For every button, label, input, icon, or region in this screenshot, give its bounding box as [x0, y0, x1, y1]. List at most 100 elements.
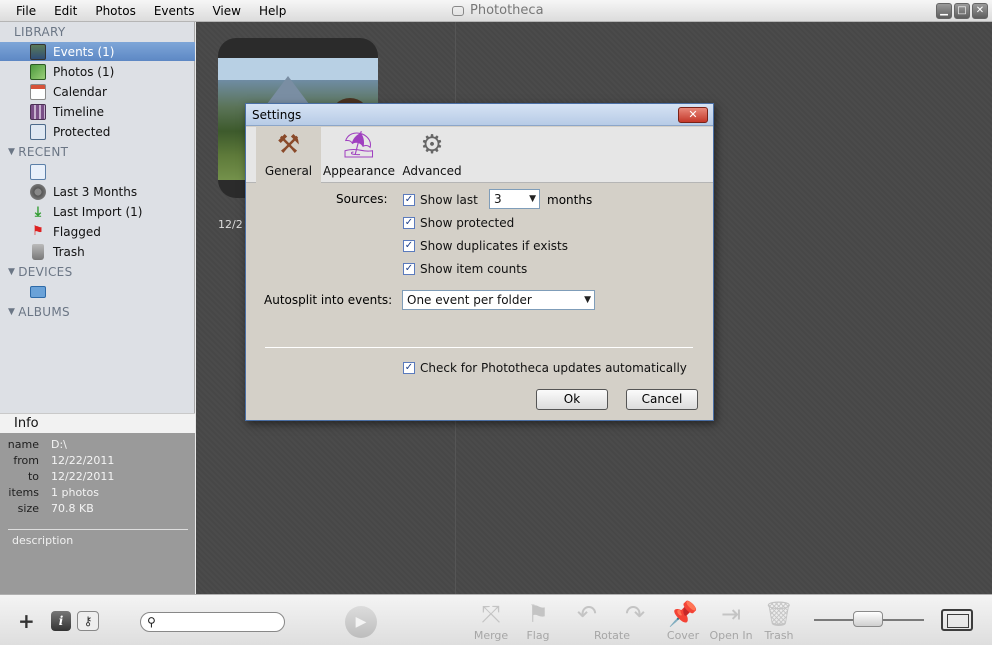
- info-row-items: items 1 photos: [8, 486, 99, 499]
- checkbox-checked-icon: ✓: [403, 217, 415, 229]
- description-field[interactable]: description: [12, 534, 73, 547]
- show-item-counts-checkbox[interactable]: ✓ Show item counts: [403, 262, 527, 276]
- menu-photos[interactable]: Photos: [95, 4, 135, 18]
- device-icon: [30, 285, 46, 298]
- expand-triangle-icon: ▼: [8, 307, 16, 317]
- sidebar-item-events[interactable]: Events (1): [0, 42, 195, 61]
- sidebar-item-last-3-months[interactable]: Last 3 Months: [0, 182, 195, 201]
- flag-icon: ⚑: [32, 223, 44, 239]
- rotate-left-icon: ↶: [576, 600, 598, 628]
- menu-bar: File Edit Photos Events View Help: [8, 4, 304, 18]
- checkbox-checked-icon: ✓: [403, 362, 415, 374]
- info-row-to: to 12/22/2011: [27, 470, 115, 483]
- close-button[interactable]: ✕: [972, 3, 988, 19]
- tab-advanced[interactable]: ⚙ Advanced: [400, 127, 464, 183]
- cover-pin-icon: 📌: [668, 600, 698, 628]
- slideshow-play-button[interactable]: ▶: [345, 606, 377, 638]
- sidebar-item-label: Timeline: [53, 104, 105, 119]
- sidebar-item-label: Protected: [53, 124, 111, 139]
- sidebar-item-label: Flagged: [53, 224, 101, 239]
- dialog-close-button[interactable]: ✕: [678, 107, 708, 123]
- menu-help[interactable]: Help: [259, 4, 286, 18]
- bottom-toolbar: + i ⚷ ⚲ ▶ ⤧ Merge ⚑ Flag ↶ Rotate ↷ 📌 Co…: [0, 594, 992, 645]
- show-protected-checkbox[interactable]: ✓ Show protected: [403, 216, 514, 230]
- event-date: 12/2: [218, 218, 243, 231]
- sidebar-item-device[interactable]: [0, 282, 195, 301]
- sidebar-item-label: Last Import (1): [53, 204, 143, 219]
- add-button[interactable]: +: [18, 609, 35, 633]
- sidebar: LIBRARY Events (1) Photos (1) Calendar T…: [0, 22, 195, 594]
- flag-button[interactable]: ⚑ Flag: [513, 599, 563, 642]
- show-duplicates-checkbox[interactable]: ✓ Show duplicates if exists: [403, 239, 568, 253]
- tools-icon: ⚒: [276, 130, 301, 160]
- rotate-right-icon: ↷: [624, 600, 646, 628]
- menu-view[interactable]: View: [212, 4, 240, 18]
- autosplit-label: Autosplit into events:: [264, 293, 393, 307]
- cancel-button[interactable]: Cancel: [626, 389, 698, 410]
- maximize-button[interactable]: □: [954, 3, 970, 19]
- search-icon: ⚲: [147, 615, 156, 629]
- sidebar-item-protected[interactable]: Protected: [0, 122, 195, 141]
- sidebar-item-last-import[interactable]: ⤓ Last Import (1): [0, 202, 195, 221]
- show-last-checkbox[interactable]: ✓ Show last: [403, 193, 478, 207]
- window-controls: ▁ □ ✕: [934, 3, 988, 19]
- open-in-button[interactable]: ⇥ Open In: [706, 599, 756, 642]
- cover-button[interactable]: 📌 Cover: [658, 599, 708, 642]
- sidebar-item-label: Events (1): [53, 44, 115, 59]
- flag-icon: ⚑: [527, 600, 549, 628]
- info-header: Info: [0, 413, 195, 433]
- check-updates-checkbox[interactable]: ✓ Check for Phototheca updates automatic…: [403, 361, 687, 375]
- trash-button[interactable]: 🗑 Trash: [754, 599, 804, 642]
- chevron-down-icon: ▼: [529, 194, 536, 204]
- info-toggle-button[interactable]: i: [51, 611, 71, 631]
- albums-header[interactable]: ▼ ALBUMS: [8, 305, 70, 319]
- checkbox-checked-icon: ✓: [403, 263, 415, 275]
- menu-file[interactable]: File: [16, 4, 36, 18]
- zoom-slider-handle[interactable]: [853, 611, 883, 627]
- sidebar-item-flagged[interactable]: ⚑ Flagged: [0, 222, 195, 241]
- phototheca-logo-icon: [452, 5, 464, 16]
- sidebar-item-label: Last 3 Months: [53, 184, 138, 199]
- expand-triangle-icon: ▼: [8, 267, 16, 277]
- months-select[interactable]: 3 ▼: [489, 189, 540, 209]
- sidebar-item-recent-folder[interactable]: [0, 162, 195, 181]
- rotate-right-button[interactable]: ↷: [610, 599, 660, 629]
- ok-button[interactable]: Ok: [536, 389, 608, 410]
- protected-icon: [30, 123, 46, 140]
- keys-icon[interactable]: ⚷: [77, 611, 99, 631]
- open-in-icon: ⇥: [720, 600, 742, 628]
- minimize-button[interactable]: ▁: [936, 3, 952, 19]
- sidebar-item-calendar[interactable]: Calendar: [0, 82, 195, 101]
- sidebar-item-photos[interactable]: Photos (1): [0, 62, 195, 81]
- months-label: months: [547, 193, 593, 207]
- photos-icon: [30, 63, 46, 80]
- info-divider: [8, 529, 188, 530]
- sidebar-item-label: Trash: [53, 244, 85, 259]
- tab-general[interactable]: ⚒ General: [256, 127, 321, 183]
- menu-events[interactable]: Events: [154, 4, 195, 18]
- library-header: LIBRARY: [14, 25, 66, 39]
- settings-dialog: Settings ✕ ⚒ General ⛱ Appearance ⚙ Adva…: [245, 103, 714, 421]
- checkbox-checked-icon: ✓: [403, 194, 415, 206]
- recent-folder-icon: [30, 163, 46, 180]
- clock-icon: [30, 183, 46, 200]
- rotate-left-button[interactable]: ↶ Rotate: [562, 599, 630, 642]
- import-icon: ⤓: [34, 203, 42, 220]
- sidebar-item-timeline[interactable]: Timeline: [0, 102, 195, 121]
- dialog-title: Settings: [252, 108, 302, 122]
- autosplit-select[interactable]: One event per folder ▼: [402, 290, 595, 310]
- menu-edit[interactable]: Edit: [54, 4, 77, 18]
- recent-header[interactable]: ▼ RECENT: [8, 145, 68, 159]
- merge-button[interactable]: ⤧ Merge: [466, 599, 516, 642]
- trash-icon: 🗑: [763, 600, 795, 628]
- sidebar-item-trash[interactable]: Trash: [0, 242, 195, 261]
- title-bar: File Edit Photos Events View Help Photot…: [0, 0, 992, 22]
- devices-header[interactable]: ▼ DEVICES: [8, 265, 72, 279]
- calendar-icon: [30, 83, 46, 100]
- sidebar-item-label: Calendar: [53, 84, 107, 99]
- search-input[interactable]: ⚲: [140, 612, 285, 632]
- checkbox-checked-icon: ✓: [403, 240, 415, 252]
- tab-appearance[interactable]: ⛱ Appearance: [323, 127, 395, 183]
- fullscreen-button[interactable]: [941, 609, 973, 631]
- info-row-name: name D:\: [7, 438, 67, 451]
